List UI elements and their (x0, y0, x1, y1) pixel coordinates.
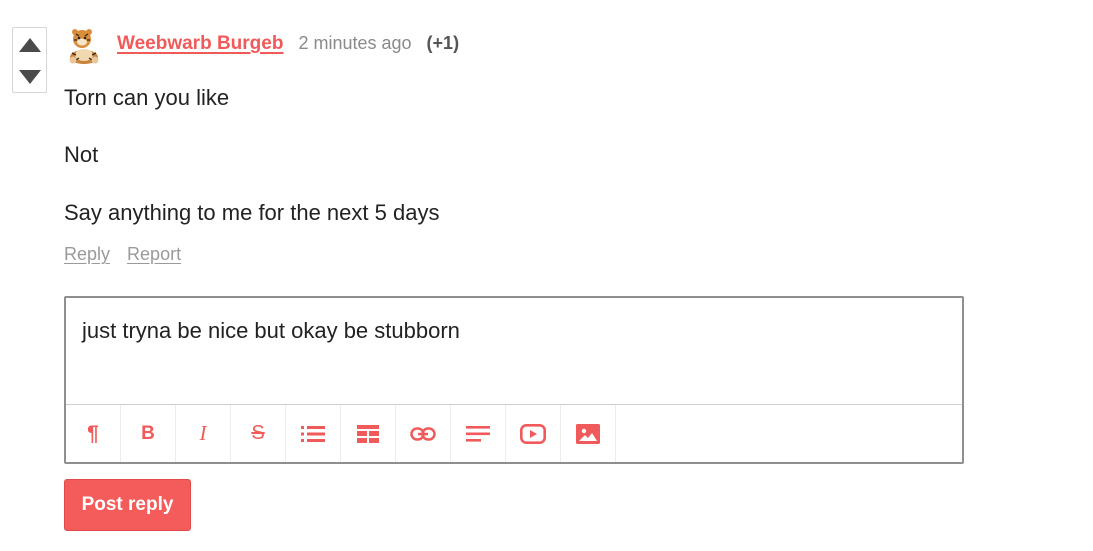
reply-editor: just tryna be nice but okay be stubborn … (64, 296, 964, 464)
avatar[interactable] (64, 27, 104, 65)
align-left-icon (466, 425, 490, 442)
align-button[interactable] (451, 405, 506, 462)
comment-paragraph: Say anything to me for the next 5 days (64, 200, 440, 225)
comment-actions: Reply Report (64, 244, 193, 265)
strikethrough-button[interactable]: S (231, 405, 286, 462)
editor-toolbar: ¶ B I S (66, 404, 962, 462)
paragraph-icon: ¶ (87, 421, 99, 445)
author-link[interactable]: Weebwarb Burgeb (117, 33, 283, 55)
vote-box (12, 27, 47, 93)
image-icon (576, 423, 600, 444)
triangle-down-icon (18, 70, 41, 84)
downvote-button[interactable] (13, 61, 46, 93)
bold-icon: B (141, 422, 155, 444)
image-button[interactable] (561, 405, 616, 462)
reply-link[interactable]: Reply (64, 244, 110, 264)
italic-icon: I (199, 421, 207, 445)
comment: Weebwarb Burgeb 2 minutes ago (+1) Torn … (0, 0, 1093, 551)
italic-button[interactable]: I (176, 405, 231, 462)
score-badge: (+1) (426, 33, 460, 53)
bullet-list-button[interactable] (286, 405, 341, 462)
strikethrough-icon: S (251, 422, 265, 444)
youtube-button[interactable] (506, 405, 561, 462)
post-reply-button[interactable]: Post reply (64, 479, 191, 531)
link-button[interactable] (396, 405, 451, 462)
tiger-avatar-icon (69, 29, 99, 64)
comment-paragraph: Torn can you like (64, 85, 230, 110)
comment-paragraph: Not (64, 142, 99, 167)
table-icon (357, 424, 379, 443)
reply-textarea[interactable]: just tryna be nice but okay be stubborn (82, 318, 460, 344)
triangle-up-icon (18, 38, 41, 52)
link-icon (410, 426, 436, 441)
bold-button[interactable]: B (121, 405, 176, 462)
bullet-list-icon (301, 425, 325, 442)
upvote-button[interactable] (13, 29, 46, 61)
youtube-icon (520, 423, 546, 444)
table-button[interactable] (341, 405, 396, 462)
paragraph-button[interactable]: ¶ (66, 405, 121, 462)
timestamp: 2 minutes ago (298, 33, 412, 53)
comment-header: Weebwarb Burgeb 2 minutes ago (+1) (117, 33, 459, 55)
report-link[interactable]: Report (127, 244, 181, 264)
